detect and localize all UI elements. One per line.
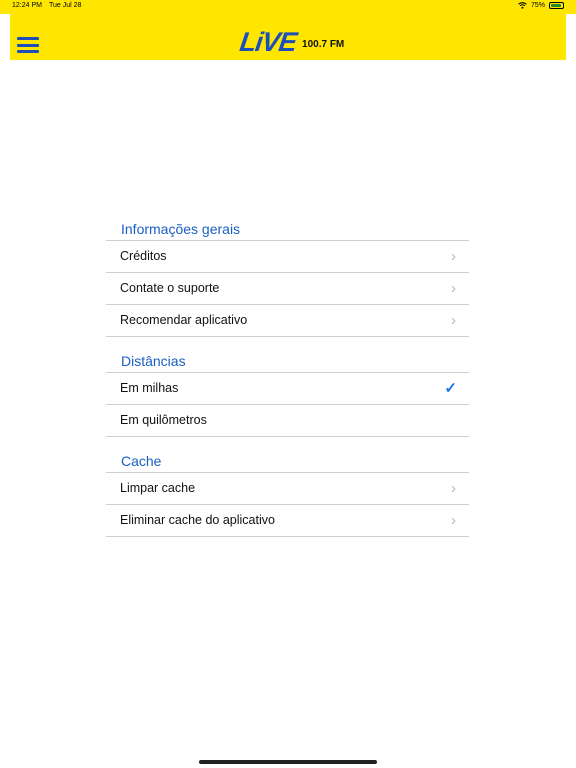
chevron-right-icon: ›	[451, 312, 456, 329]
chevron-right-icon: ›	[451, 480, 456, 497]
home-indicator[interactable]	[199, 760, 377, 764]
battery-percent: 75%	[530, 2, 545, 9]
row-delete-app-cache-label: Eliminar cache do aplicativo	[120, 513, 275, 527]
status-date: Tue Jul 28	[48, 2, 82, 9]
app-screen: 12:24 PM Tue Jul 28 75% LiVE 100.7 FM In…	[0, 0, 576, 768]
section-header-cache: Cache	[121, 453, 162, 469]
wifi-icon	[518, 2, 527, 9]
battery-icon	[549, 2, 564, 9]
chevron-right-icon: ›	[451, 248, 456, 265]
row-kilometers[interactable]: Em quilômetros	[106, 405, 469, 437]
chevron-right-icon: ›	[451, 512, 456, 529]
logo-frequency: 100.7 FM	[302, 38, 345, 50]
section-header-distances: Distâncias	[121, 353, 186, 369]
group-distances: Em milhas ✓ Em quilômetros	[106, 372, 469, 437]
row-kilometers-label: Em quilômetros	[120, 413, 207, 427]
station-logo: LiVE 100.7 FM	[237, 26, 345, 57]
app-header: LiVE 100.7 FM	[10, 14, 566, 60]
checkmark-icon: ✓	[444, 380, 457, 397]
section-header-general: Informações gerais	[121, 221, 241, 237]
settings-list: Informações gerais Créditos › Contate o …	[106, 218, 469, 537]
chevron-right-icon: ›	[451, 280, 456, 297]
row-contact-support-label: Contate o suporte	[120, 281, 220, 295]
status-time: 12:24 PM	[12, 2, 42, 9]
logo-live-text: LiVE	[237, 26, 299, 57]
row-clear-cache-label: Limpar cache	[120, 481, 196, 495]
status-bar: 12:24 PM Tue Jul 28 75%	[0, 0, 576, 14]
row-credits-label: Créditos	[120, 249, 167, 263]
row-clear-cache[interactable]: Limpar cache ›	[106, 473, 469, 505]
row-miles-label: Em milhas	[120, 381, 179, 395]
row-recommend-app-label: Recomendar aplicativo	[120, 313, 248, 327]
group-general: Créditos › Contate o suporte › Recomenda…	[106, 240, 469, 337]
hamburger-menu-icon[interactable]	[17, 37, 39, 53]
status-right: 75%	[518, 2, 564, 9]
row-delete-app-cache[interactable]: Eliminar cache do aplicativo ›	[106, 505, 469, 537]
row-miles[interactable]: Em milhas ✓	[106, 373, 469, 405]
row-contact-support[interactable]: Contate o suporte ›	[106, 273, 469, 305]
group-cache: Limpar cache › Eliminar cache do aplicat…	[106, 472, 469, 537]
status-left: 12:24 PM Tue Jul 28	[12, 2, 81, 9]
row-recommend-app[interactable]: Recomendar aplicativo ›	[106, 305, 469, 337]
row-credits[interactable]: Créditos ›	[106, 241, 469, 273]
